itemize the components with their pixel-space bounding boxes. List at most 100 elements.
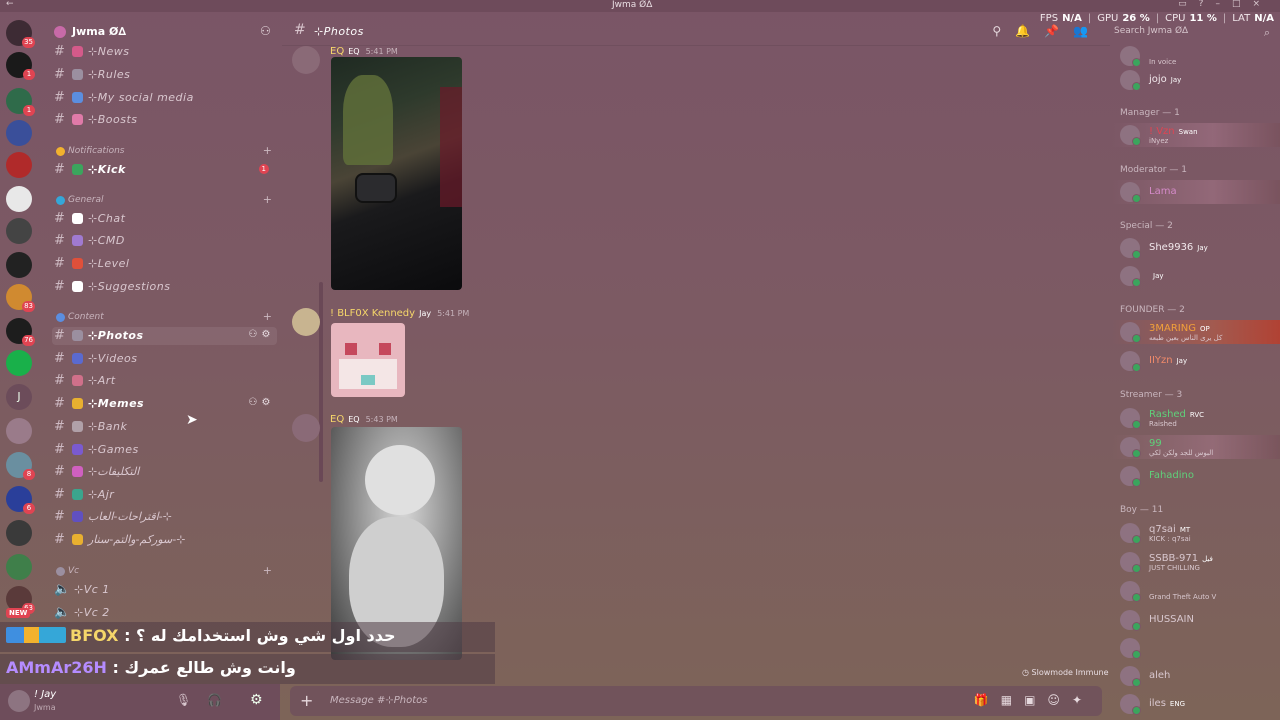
server-icon[interactable]: J bbox=[6, 384, 32, 410]
avatar[interactable] bbox=[1120, 266, 1141, 287]
channel-item[interactable]: # ⊹My social media bbox=[52, 89, 277, 107]
member-item[interactable]: SSBB-971 فيل JUST CHILLING bbox=[1112, 550, 1280, 574]
photo-car-interior[interactable] bbox=[331, 57, 462, 290]
avatar[interactable] bbox=[1120, 638, 1141, 659]
category-header[interactable]: Content + bbox=[56, 310, 278, 325]
server-icon[interactable] bbox=[6, 120, 32, 146]
plus-icon[interactable]: + bbox=[300, 691, 313, 710]
avatar[interactable] bbox=[1120, 610, 1141, 631]
channel-settings-icon[interactable]: ⚇ ⚙ bbox=[248, 329, 271, 340]
search-input[interactable]: Search Jwma Ø∆ ⌕ bbox=[1114, 26, 1274, 42]
avatar[interactable] bbox=[8, 690, 30, 712]
guild-header[interactable]: Jwma Ø∆ ⚇ bbox=[42, 22, 282, 42]
plus-icon[interactable]: + bbox=[263, 564, 272, 577]
avatar[interactable] bbox=[1120, 238, 1141, 259]
avatar[interactable] bbox=[1120, 466, 1141, 487]
avatar[interactable] bbox=[1120, 46, 1141, 67]
channel-item[interactable]: # ⊹Chat bbox=[52, 210, 277, 228]
pixel-art-image[interactable] bbox=[331, 323, 405, 397]
member-item[interactable]: iles ENG bbox=[1112, 692, 1280, 716]
channel-item[interactable]: # ⊹Ajr bbox=[52, 486, 277, 504]
channel-item[interactable]: # ⊹Boosts bbox=[52, 111, 277, 129]
server-icon[interactable]: 76 bbox=[6, 318, 35, 346]
avatar[interactable] bbox=[292, 46, 320, 74]
channel-item[interactable]: # ⊹Bank bbox=[52, 418, 277, 436]
server-icon[interactable] bbox=[6, 350, 32, 376]
invite-icon[interactable]: ⚇ bbox=[260, 24, 271, 38]
back-arrow-icon[interactable]: ← bbox=[6, 0, 14, 9]
channel-item[interactable]: # ⊹Suggestions bbox=[52, 278, 277, 296]
composer-icons[interactable]: 🎁▦▣☺✦ bbox=[974, 693, 1094, 707]
member-item[interactable]: ! Vzn Swan iNyez bbox=[1112, 123, 1280, 147]
message-author[interactable]: ! BLF0X Kennedy bbox=[330, 308, 415, 319]
member-item[interactable]: 3MARING OP كل يرى الناس بعين طبعه bbox=[1112, 320, 1280, 344]
channel-item[interactable]: # ⊹News bbox=[52, 43, 277, 61]
channel-item[interactable]: # ⊹Videos bbox=[52, 350, 277, 368]
server-icon[interactable] bbox=[6, 520, 32, 546]
message-composer[interactable]: + Message #⊹Photos 🎁▦▣☺✦ bbox=[290, 686, 1102, 716]
channel-item[interactable]: # ⊹Memes ⚇ ⚙ bbox=[52, 395, 277, 413]
category-header[interactable]: Notifications + bbox=[56, 144, 278, 159]
avatar[interactable] bbox=[1120, 182, 1141, 203]
avatar[interactable] bbox=[1120, 408, 1141, 429]
server-icon[interactable] bbox=[6, 218, 32, 244]
mic-headset-icons[interactable]: 🎙🎧 bbox=[176, 693, 238, 707]
plus-icon[interactable]: + bbox=[263, 144, 272, 157]
server-icon[interactable]: 83 bbox=[6, 284, 35, 312]
message-author[interactable]: EQ bbox=[330, 414, 344, 425]
avatar[interactable] bbox=[292, 308, 320, 336]
member-item[interactable]: She9936 Jay bbox=[1112, 236, 1280, 260]
member-item[interactable]: aleh bbox=[1112, 664, 1280, 688]
channel-item[interactable]: # ⊹Level bbox=[52, 255, 277, 273]
plus-icon[interactable]: + bbox=[263, 193, 272, 206]
gear-icon[interactable]: ⚙ bbox=[250, 692, 263, 708]
member-item[interactable]: Lama bbox=[1112, 180, 1280, 204]
channel-item[interactable]: # ⊹CMD bbox=[52, 232, 277, 250]
window-controls[interactable]: ▭?–□× bbox=[1178, 0, 1272, 9]
avatar[interactable] bbox=[1120, 666, 1141, 687]
server-icon[interactable] bbox=[6, 152, 32, 178]
server-icon[interactable]: 1 bbox=[6, 52, 35, 80]
server-icon[interactable] bbox=[6, 554, 32, 580]
avatar[interactable] bbox=[1120, 694, 1141, 715]
channel-item[interactable]: # ⊹Photos ⚇ ⚙ bbox=[52, 327, 277, 345]
channel-item[interactable]: # ⊹Kick 1 bbox=[52, 161, 277, 179]
member-item[interactable]: In voice bbox=[1112, 44, 1280, 68]
avatar[interactable] bbox=[1120, 581, 1141, 602]
server-icon[interactable]: 8 bbox=[6, 452, 35, 480]
message-author[interactable]: EQ bbox=[330, 46, 344, 57]
channel-item[interactable]: # سوركم-والتم-سنار-⊹ bbox=[52, 531, 277, 549]
channel-item[interactable]: # ⊹التكليفات bbox=[52, 463, 277, 481]
plus-icon[interactable]: + bbox=[263, 310, 272, 323]
channel-item[interactable]: # اقتراحات-العاب-⊹ bbox=[52, 508, 277, 526]
channel-item[interactable]: 🔈 ⊹Vc 1 bbox=[52, 581, 277, 599]
avatar[interactable] bbox=[1120, 552, 1141, 573]
server-icon[interactable] bbox=[6, 418, 32, 444]
avatar[interactable] bbox=[1120, 351, 1141, 372]
server-icon[interactable]: 1 bbox=[6, 88, 35, 116]
member-item[interactable] bbox=[1112, 636, 1280, 660]
member-item[interactable]: Fahadino bbox=[1112, 464, 1280, 488]
avatar[interactable] bbox=[292, 414, 320, 442]
avatar[interactable] bbox=[1120, 322, 1141, 343]
member-item[interactable]: Grand Theft Auto V bbox=[1112, 579, 1280, 603]
server-icon[interactable]: 6 bbox=[6, 486, 35, 514]
member-item[interactable]: Jay bbox=[1112, 264, 1280, 288]
category-header[interactable]: General + bbox=[56, 193, 278, 208]
avatar[interactable] bbox=[1120, 70, 1141, 91]
member-item[interactable]: HUSSAIN bbox=[1112, 608, 1280, 632]
member-item[interactable]: Rashed RVC Raished bbox=[1112, 406, 1280, 430]
header-icons[interactable]: ⚲🔔📌👥 bbox=[992, 24, 1102, 38]
avatar[interactable] bbox=[1120, 125, 1141, 146]
member-item[interactable]: IIYzn Jay bbox=[1112, 349, 1280, 373]
avatar[interactable] bbox=[1120, 523, 1141, 544]
category-header[interactable]: Vc + bbox=[56, 564, 278, 579]
server-icon[interactable]: 35 bbox=[6, 20, 35, 48]
avatar[interactable] bbox=[1120, 437, 1141, 458]
channel-item[interactable]: # ⊹Games bbox=[52, 441, 277, 459]
member-item[interactable]: q7sai MT KICK : q7sai bbox=[1112, 521, 1280, 545]
channel-settings-icon[interactable]: ⚇ ⚙ bbox=[248, 397, 271, 408]
member-item[interactable]: 99 البوس للجد ولكن لكي bbox=[1112, 435, 1280, 459]
server-icon[interactable] bbox=[6, 186, 32, 212]
channel-item[interactable]: # ⊹Art bbox=[52, 372, 277, 390]
